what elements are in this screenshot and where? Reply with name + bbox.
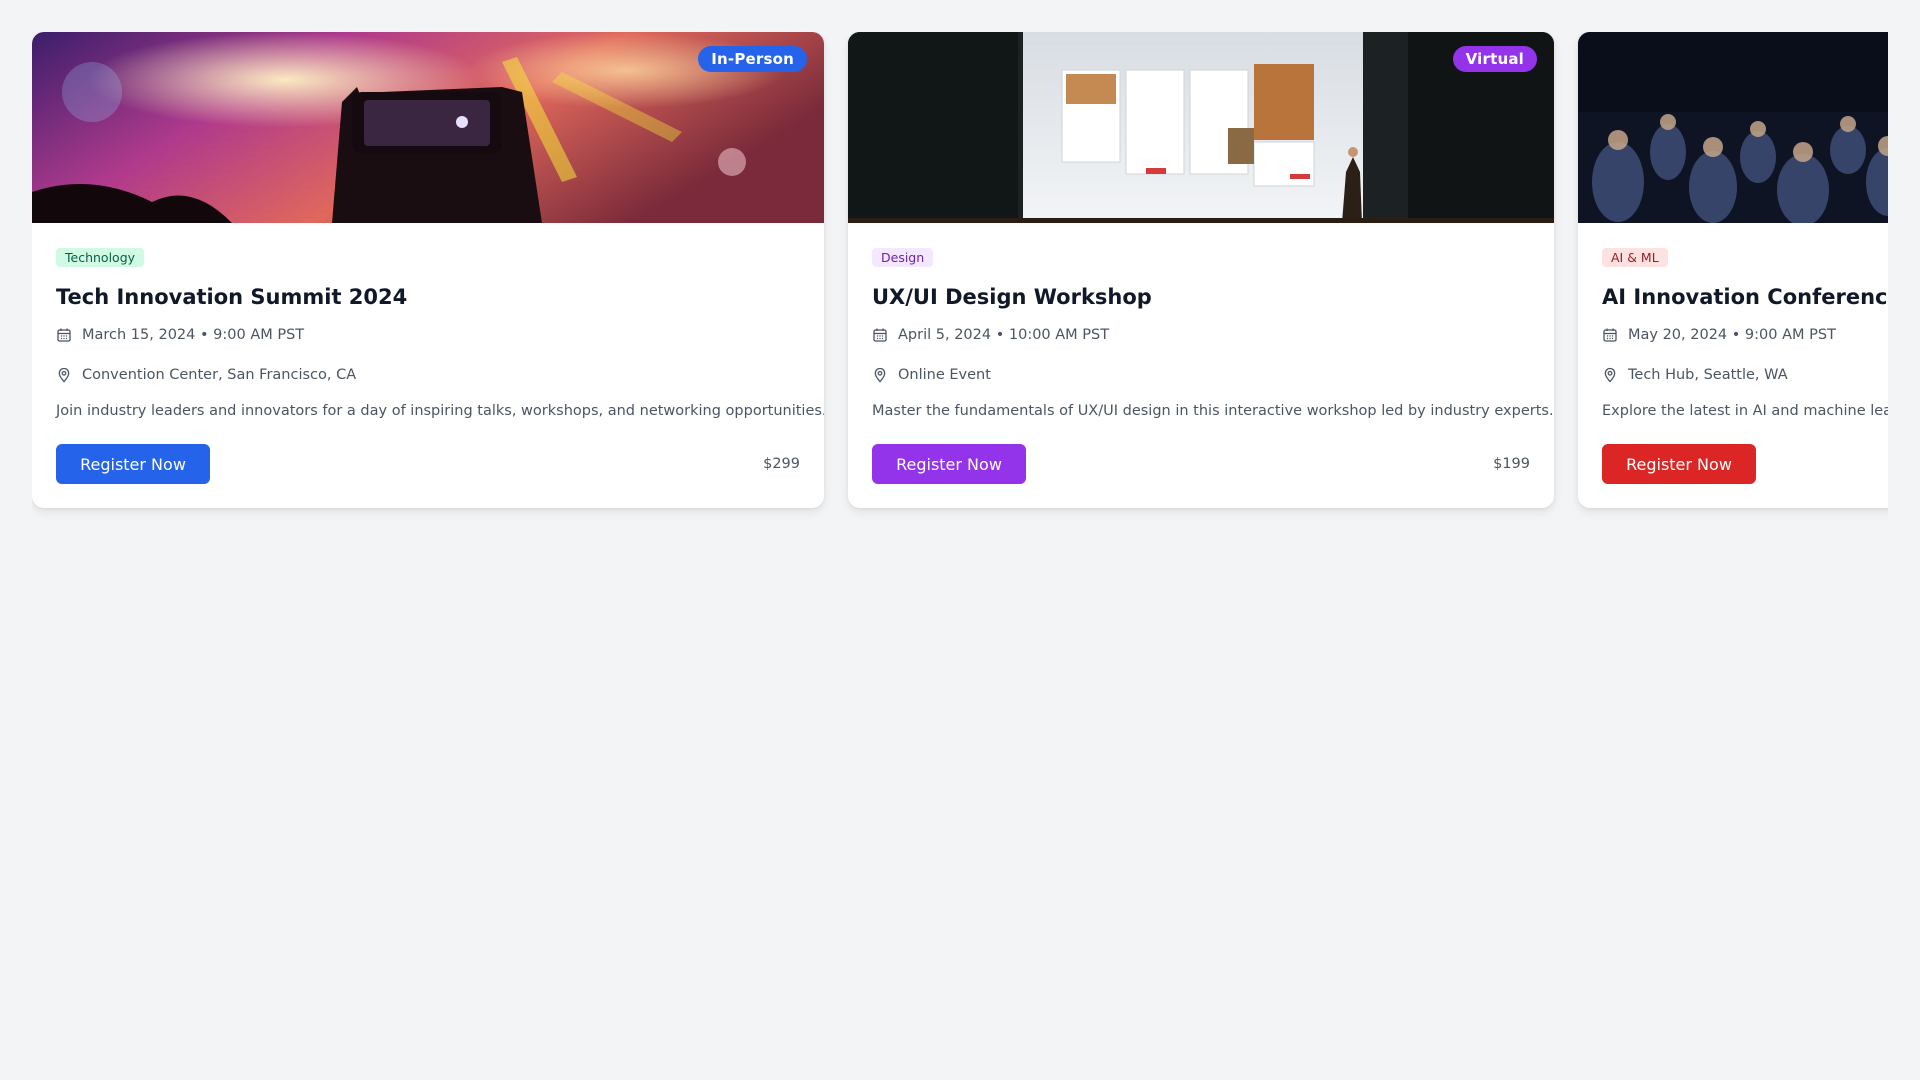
event-card-footer: Register Now	[1602, 444, 1888, 484]
event-title: Tech Innovation Summit 2024	[56, 285, 408, 309]
event-description: Explore the latest in AI and machine lea…	[1602, 403, 1888, 419]
event-datetime: March 15, 2024 • 9:00 AM PST	[82, 327, 305, 343]
event-card: Virtual Design UX/UI Design Workshop Apr…	[848, 32, 1554, 508]
map-pin-icon	[1604, 367, 1616, 383]
event-date-row: April 5, 2024 • 10:00 AM PST	[872, 323, 1530, 347]
register-now-button[interactable]: Register Now	[56, 444, 210, 484]
event-datetime: April 5, 2024 • 10:00 AM PST	[898, 327, 1110, 343]
event-card-body: AI & ML AI Innovation Conference May 20,…	[1578, 223, 1888, 508]
event-datetime: May 20, 2024 • 9:00 AM PST	[1628, 327, 1836, 343]
event-price: $199	[1493, 456, 1530, 472]
event-location-row: Convention Center, San Francisco, CA	[56, 363, 800, 387]
format-badge-in-person: In-Person	[698, 46, 807, 72]
event-card-body: Technology Tech Innovation Summit 2024 M…	[32, 223, 824, 508]
event-card-body: Design UX/UI Design Workshop April 5, 20…	[848, 223, 1554, 508]
event-banner-image: Virtual	[848, 32, 1554, 223]
event-location: Convention Center, San Francisco, CA	[82, 367, 357, 383]
conference-audience-image	[1578, 32, 1888, 223]
event-location: Online Event	[898, 367, 991, 383]
event-location-row: Online Event	[872, 363, 1530, 387]
presentation-stage-image	[848, 32, 1554, 223]
register-now-button[interactable]: Register Now	[872, 444, 1026, 484]
event-location-row: Tech Hub, Seattle, WA	[1602, 363, 1888, 387]
event-date-row: March 15, 2024 • 9:00 AM PST	[56, 323, 800, 347]
event-card-footer: Register Now $299	[56, 444, 800, 484]
event-description: Join industry leaders and innovators for…	[56, 403, 824, 419]
event-title: AI Innovation Conference	[1602, 285, 1888, 309]
category-tag: Technology	[56, 248, 145, 267]
event-date-row: May 20, 2024 • 9:00 AM PST	[1602, 323, 1888, 347]
event-banner-image	[1578, 32, 1888, 223]
event-card-footer: Register Now $199	[872, 444, 1530, 484]
event-banner-image: In-Person	[32, 32, 824, 223]
event-card-list: In-Person Technology Tech Innovation Sum…	[32, 32, 1888, 552]
map-pin-icon	[58, 367, 70, 383]
calendar-icon	[1603, 328, 1617, 342]
format-badge-virtual: Virtual	[1452, 46, 1537, 72]
event-card: In-Person Technology Tech Innovation Sum…	[32, 32, 824, 508]
map-pin-icon	[874, 367, 886, 383]
event-carousel: In-Person Technology Tech Innovation Sum…	[32, 32, 1888, 552]
calendar-icon	[57, 328, 71, 342]
category-tag: Design	[872, 248, 934, 267]
event-location: Tech Hub, Seattle, WA	[1628, 367, 1788, 383]
calendar-icon	[873, 328, 887, 342]
register-now-button[interactable]: Register Now	[1602, 444, 1756, 484]
event-description: Master the fundamentals of UX/UI design …	[872, 403, 1554, 419]
event-price: $299	[763, 456, 800, 472]
event-card: AI & ML AI Innovation Conference May 20,…	[1578, 32, 1888, 508]
events-page: In-Person Technology Tech Innovation Sum…	[0, 0, 1920, 1080]
category-tag: AI & ML	[1602, 248, 1668, 267]
event-title: UX/UI Design Workshop	[872, 285, 1152, 309]
